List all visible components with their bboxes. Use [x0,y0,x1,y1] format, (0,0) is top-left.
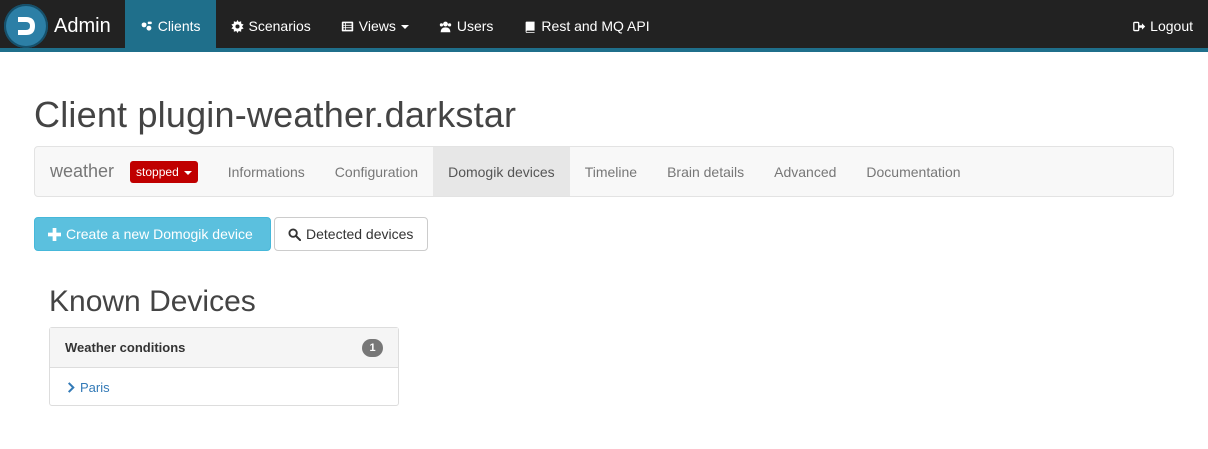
nav-api[interactable]: Rest and MQ API [508,0,664,52]
known-devices-title: Known Devices [49,285,256,318]
tab-timeline[interactable]: Timeline [570,147,652,196]
client-subnav: weather stopped Informations Configurati… [34,146,1174,197]
tab-documentation[interactable]: Documentation [851,147,975,196]
tab-brain-details[interactable]: Brain details [652,147,759,196]
page-title: Client plugin-weather.darkstar [34,94,517,135]
domogik-logo-icon [4,4,48,48]
panel-body: Paris [50,368,398,406]
chevron-right-icon [67,381,75,393]
device-name: Paris [80,379,110,395]
sign-out-icon [1132,19,1146,33]
nav-scenarios-label: Scenarios [248,18,311,34]
nav-clients-label: Clients [157,18,201,34]
tab-configuration[interactable]: Configuration [320,147,433,196]
client-name: weather [50,161,115,181]
book-icon [523,19,537,33]
panel-heading: Weather conditions 1 [50,328,398,368]
list-icon [341,19,355,33]
nav-users-label: Users [456,18,494,34]
nav-users[interactable]: Users [424,0,509,52]
users-cog-icon [140,19,154,33]
plus-icon [47,227,61,241]
top-navbar: Admin Clients Scenarios Views Users Rest… [0,0,1208,52]
gear-icon [231,19,245,33]
chevron-down-icon [183,170,192,175]
device-count-badge: 1 [362,338,383,357]
nav-views[interactable]: Views [326,0,424,52]
device-group-panel: Weather conditions 1 Paris [49,327,399,406]
tab-domogik-devices[interactable]: Domogik devices [433,147,570,196]
detected-devices-label: Detected devices [306,226,414,242]
brand[interactable]: Admin [0,0,125,52]
tab-informations[interactable]: Informations [213,147,320,196]
status-dropdown[interactable]: stopped [130,160,198,183]
detected-devices-button[interactable]: Detected devices [274,217,428,251]
device-link-paris[interactable]: Paris [67,380,110,395]
brand-title: Admin [54,14,111,37]
create-device-button[interactable]: Create a new Domogik device [34,217,271,251]
nav-views-label: Views [358,18,396,34]
logout-label: Logout [1150,18,1193,34]
status-label: stopped [136,164,179,179]
logout-link[interactable]: Logout [1117,0,1208,52]
users-icon [439,19,453,33]
create-device-label: Create a new Domogik device [66,226,253,242]
device-group-title: Weather conditions [65,340,186,355]
tab-advanced[interactable]: Advanced [759,147,851,196]
chevron-down-icon [400,25,409,29]
nav-clients[interactable]: Clients [124,0,216,52]
search-icon [287,227,301,241]
nav-scenarios[interactable]: Scenarios [216,0,326,52]
nav-api-label: Rest and MQ API [541,18,650,34]
